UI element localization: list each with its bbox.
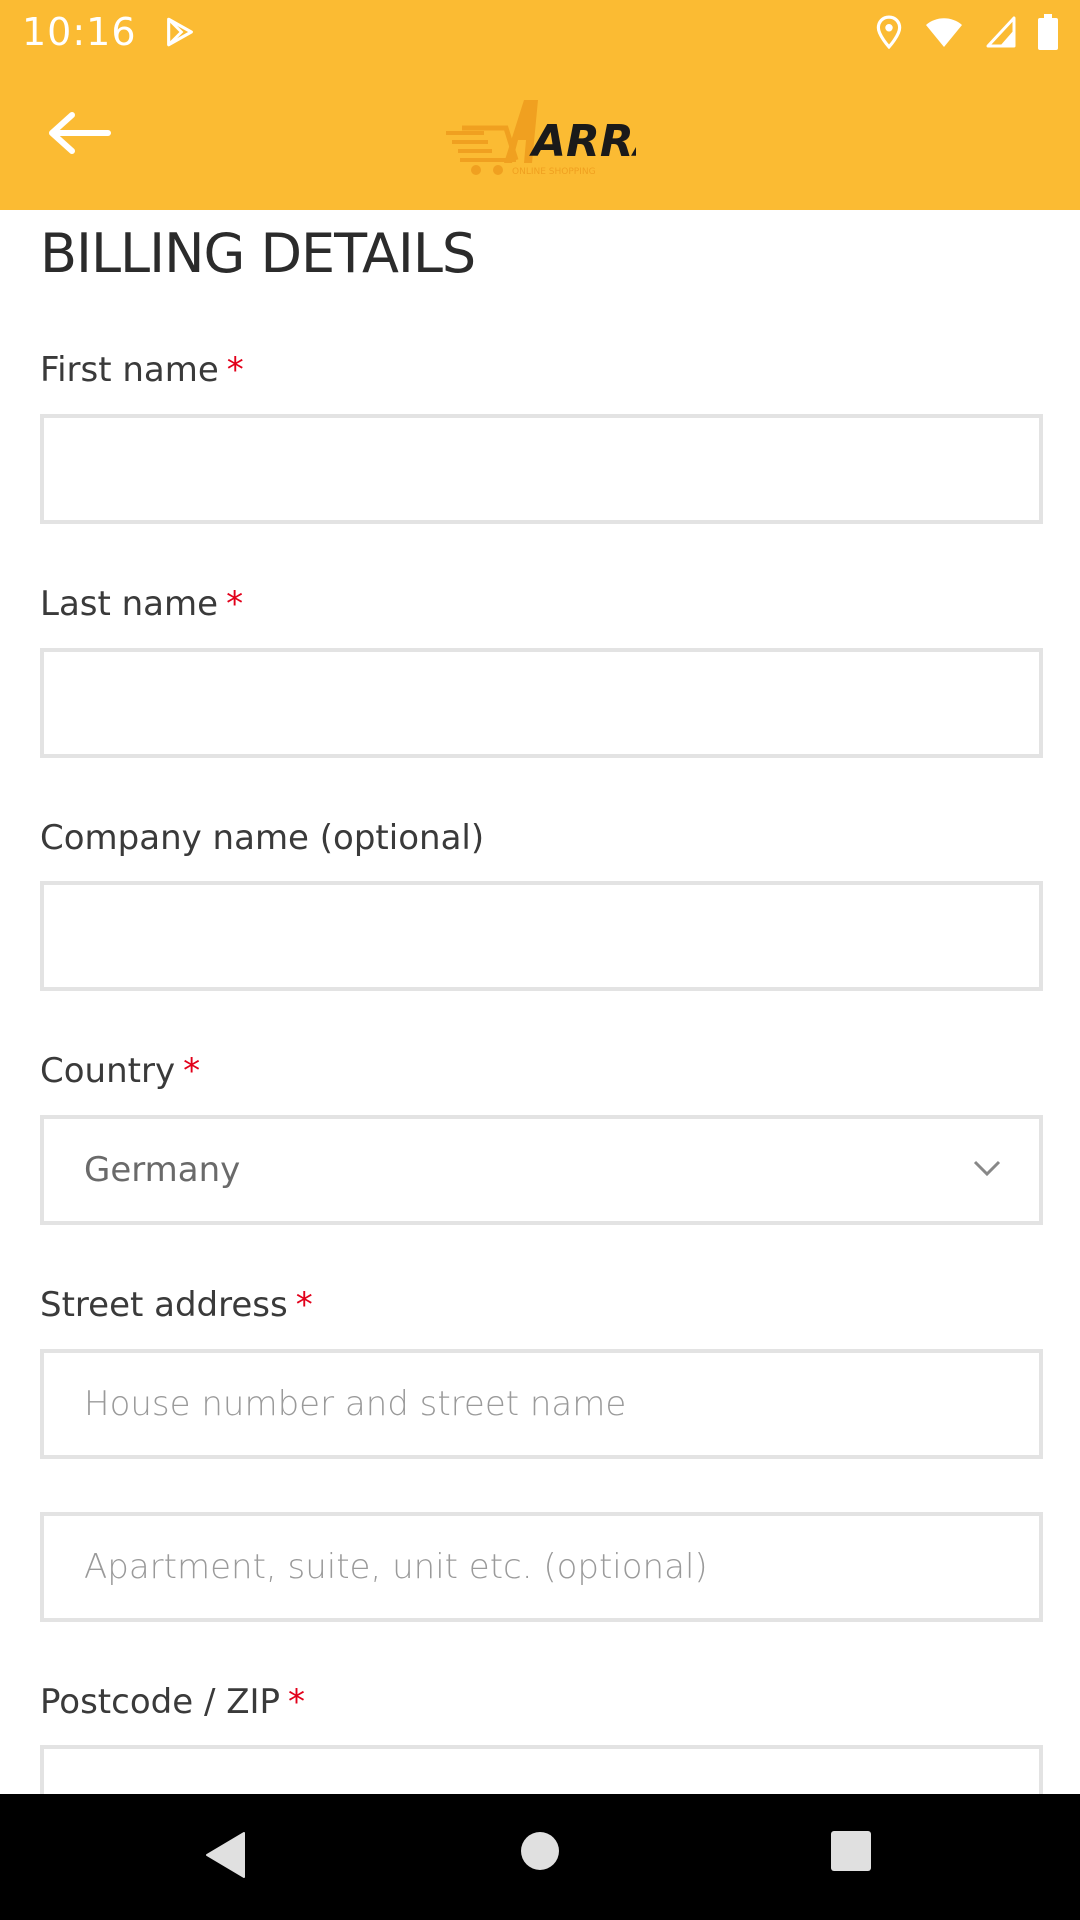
last-name-label: Last name * — [40, 584, 244, 624]
back-triangle-icon[interactable] — [204, 1830, 248, 1880]
company-name-input[interactable] — [40, 881, 1043, 991]
chevron-down-icon — [973, 1160, 1001, 1177]
recents-square-icon[interactable] — [830, 1830, 872, 1872]
postcode-input[interactable] — [40, 1745, 1043, 1794]
arrow-left-icon — [49, 112, 111, 154]
page-title: BILLING DETAILS — [40, 222, 476, 285]
street-placeholder: House number and street name — [84, 1384, 627, 1424]
status-icons — [876, 13, 1058, 50]
play-store-icon — [166, 17, 193, 46]
country-value: Germany — [84, 1150, 241, 1190]
apartment-placeholder: Apartment, suite, unit etc. (optional) — [84, 1547, 708, 1587]
company-name-label: Company name (optional) — [40, 818, 485, 858]
logo-text: ARRAM — [529, 116, 636, 167]
street-address-input[interactable]: House number and street name — [40, 1349, 1043, 1459]
required-mark: * — [183, 1051, 201, 1091]
location-icon — [876, 15, 902, 49]
country-label: Country * — [40, 1051, 201, 1091]
arram-logo: ARRAM ONLINE SHOPPING — [446, 100, 636, 177]
street-address-label: Street address * — [40, 1285, 313, 1325]
first-name-label: First name * — [40, 350, 244, 390]
back-button[interactable] — [40, 103, 120, 163]
apartment-input[interactable]: Apartment, suite, unit etc. (optional) — [40, 1512, 1043, 1622]
battery-icon — [1038, 13, 1058, 50]
wifi-icon — [926, 17, 962, 47]
required-mark: * — [295, 1285, 313, 1325]
status-bar: 10:16 — [0, 0, 1080, 63]
billing-form: BILLING DETAILS First name * Last name * C… — [0, 210, 1080, 1794]
last-name-input[interactable] — [40, 648, 1043, 758]
app-bar: ARRAM ONLINE SHOPPING — [0, 63, 1080, 210]
required-mark: * — [226, 584, 244, 624]
postcode-label: Postcode / ZIP * — [40, 1682, 306, 1722]
required-mark: * — [226, 350, 244, 390]
first-name-input[interactable] — [40, 414, 1043, 524]
system-nav-bar — [0, 1794, 1080, 1920]
required-mark: * — [288, 1682, 306, 1722]
home-circle-icon[interactable] — [519, 1830, 561, 1872]
logo-subtitle: ONLINE SHOPPING — [512, 167, 596, 177]
status-time: 10:16 — [22, 9, 137, 54]
signal-icon — [986, 16, 1016, 47]
screen: 10:16 ARR ONLINE SHOPPING BILLING DETAIL… — [0, 0, 1080, 1920]
country-select[interactable]: Germany — [40, 1115, 1043, 1225]
